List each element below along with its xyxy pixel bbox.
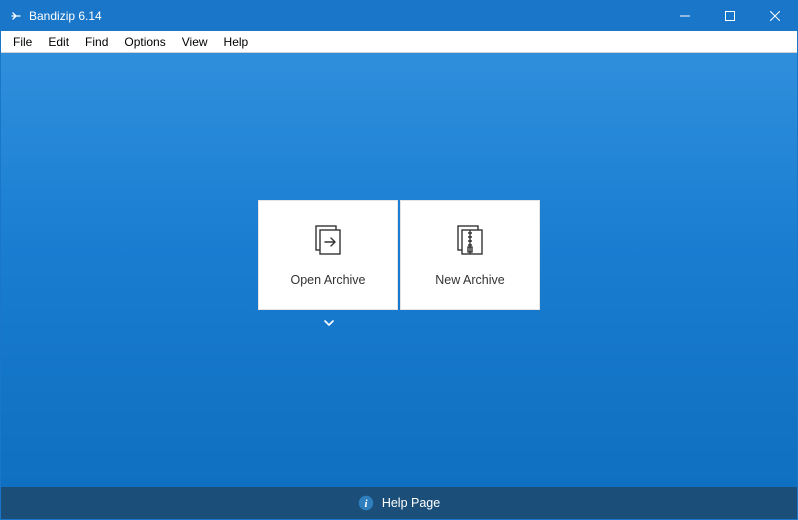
action-cards: Open Archive New Archive — [258, 200, 540, 330]
open-archive-dropdown[interactable] — [322, 316, 336, 330]
menu-edit[interactable]: Edit — [40, 31, 77, 52]
new-archive-icon — [453, 223, 487, 257]
new-archive-label: New Archive — [435, 273, 504, 287]
open-archive-label: Open Archive — [290, 273, 365, 287]
main-area: Open Archive New Archive — [1, 53, 797, 487]
menu-view[interactable]: View — [174, 31, 216, 52]
window-title: Bandizip 6.14 — [29, 9, 102, 23]
app-icon — [9, 9, 23, 23]
window-controls — [662, 1, 797, 31]
menu-options[interactable]: Options — [116, 31, 173, 52]
titlebar: Bandizip 6.14 — [1, 1, 797, 31]
info-icon: i — [358, 495, 374, 511]
app-window: Bandizip 6.14 File Edit Find Options Vie… — [0, 0, 798, 520]
help-page-link[interactable]: Help Page — [382, 496, 440, 510]
close-button[interactable] — [752, 1, 797, 31]
maximize-button[interactable] — [707, 1, 752, 31]
footer: i Help Page — [1, 487, 797, 519]
minimize-button[interactable] — [662, 1, 707, 31]
open-archive-icon — [311, 223, 345, 257]
open-archive-button[interactable]: Open Archive — [258, 200, 398, 310]
menu-find[interactable]: Find — [77, 31, 116, 52]
menu-file[interactable]: File — [5, 31, 40, 52]
menubar: File Edit Find Options View Help — [1, 31, 797, 53]
menu-help[interactable]: Help — [216, 31, 257, 52]
new-archive-button[interactable]: New Archive — [400, 200, 540, 310]
